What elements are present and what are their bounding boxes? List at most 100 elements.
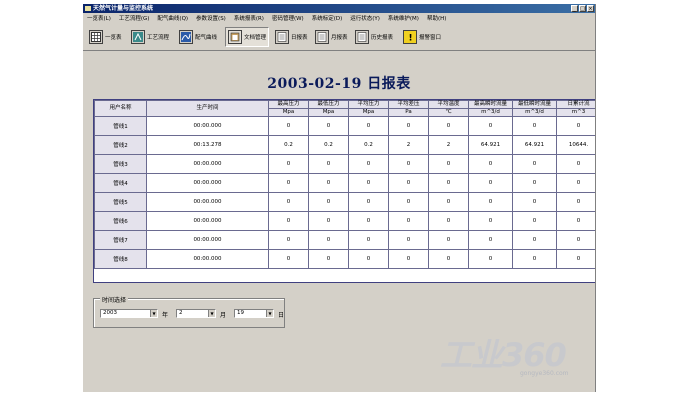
table-cell: 0	[428, 249, 469, 269]
month-select[interactable]: 2 ▼	[176, 309, 216, 318]
toolbar-button-history[interactable]: 历史报表	[355, 27, 393, 47]
column-header: 最低压力	[308, 100, 349, 109]
year-unit: 年	[162, 312, 169, 319]
toolbar-label: 历史报表	[371, 35, 394, 41]
table-cell: 0	[388, 230, 429, 250]
history-report-icon	[355, 30, 369, 44]
report-title: 2003-02-19 日报表	[267, 76, 411, 92]
time-select-group: 时间选择 2003 ▼ 年 2 ▼ 月 19 ▼ 日	[93, 295, 285, 328]
table-cell: 0	[468, 154, 513, 174]
header-row: 用户名称 生产时间 最高压力 最低压力 平均压力 平均差压 平均温度 最高瞬时流…	[94, 100, 595, 117]
table-cell: 2	[428, 135, 469, 155]
menu-item[interactable]: 系统报表(R)	[230, 14, 268, 22]
column-header: 最低瞬时流量	[512, 100, 557, 109]
month-value: 2	[179, 310, 183, 316]
table-cell: 0	[556, 211, 595, 231]
maximize-button[interactable]: □	[579, 5, 586, 12]
table-cell: 00:00.000	[146, 173, 269, 193]
column-header: 最高瞬时流量	[468, 100, 513, 109]
app-icon	[85, 6, 91, 11]
table-cell: 0	[468, 230, 513, 250]
table-cell: 0	[556, 116, 595, 136]
table-cell: 64.921	[468, 135, 513, 155]
table-cell: 0	[348, 116, 389, 136]
table-cell: 0	[512, 116, 557, 136]
year-select[interactable]: 2003 ▼	[100, 309, 158, 318]
table-cell: 0	[308, 192, 349, 212]
table-cell: 10644.	[556, 135, 595, 155]
table-row[interactable]: 管线4 00:00.000 0 0 0 0 0 0 0 0	[94, 173, 595, 193]
column-unit: Pa	[388, 108, 429, 117]
table-row[interactable]: 管线7 00:00.000 0 0 0 0 0 0 0 0	[94, 230, 595, 250]
daily-report-icon	[275, 30, 289, 44]
table-cell: 0	[556, 173, 595, 193]
column-header: 生产时间	[146, 100, 269, 117]
day-value: 19	[237, 310, 244, 316]
column-unit: Mpa	[308, 108, 349, 117]
menu-item[interactable]: 帮助(H)	[423, 14, 450, 22]
table-row[interactable]: 管线5 00:00.000 0 0 0 0 0 0 0 0	[94, 192, 595, 212]
table-cell: 00:00.000	[146, 154, 269, 174]
table-cell: 0.2	[308, 135, 349, 155]
table-cell: 0	[388, 249, 429, 269]
table-cell: 0	[308, 154, 349, 174]
toolbar-button-overview[interactable]: 一览表	[89, 27, 122, 47]
month-unit: 月	[220, 312, 227, 319]
row-header-cell: 管线8	[94, 249, 147, 269]
row-header-cell: 管线2	[94, 135, 147, 155]
toolbar: 一览表 工艺流程 配气曲线 文档管理 日报表 月报表 历史报表 ! 报警窗口	[83, 24, 595, 51]
toolbar-button-alarm[interactable]: ! 报警窗口	[403, 27, 441, 47]
menu-item[interactable]: 参数设置(S)	[192, 14, 230, 22]
table-grid-icon	[89, 30, 103, 44]
toolbar-label: 一览表	[105, 35, 122, 41]
menu-item[interactable]: 系统维护(M)	[384, 14, 423, 22]
table-cell: 0	[348, 154, 389, 174]
toolbar-label: 报警窗口	[419, 35, 442, 41]
toolbar-label: 工艺流程	[147, 35, 170, 41]
menu-item[interactable]: 一览表(L)	[83, 14, 115, 22]
table-cell: 0	[308, 230, 349, 250]
table-cell: 0	[348, 230, 389, 250]
table-cell: 0.2	[268, 135, 309, 155]
toolbar-button-monthly[interactable]: 月报表	[315, 27, 348, 47]
toolbar-button-daily[interactable]: 日报表	[275, 27, 308, 47]
chevron-down-icon[interactable]: ▼	[266, 310, 273, 317]
toolbar-button-process[interactable]: 工艺流程	[131, 27, 169, 47]
table-row[interactable]: 管线1 00:00.000 0 0 0 0 0 0 0 0	[94, 116, 595, 136]
toolbar-button-curve[interactable]: 配气曲线	[179, 27, 217, 47]
table-row[interactable]: 管线2 00:13.278 0.2 0.2 0.2 2 2 64.921 64.921 10644…	[94, 135, 595, 155]
table-cell: 00:00.000	[146, 192, 269, 212]
close-button[interactable]: ×	[587, 5, 594, 12]
table-cell: 0	[428, 230, 469, 250]
table-cell: 0	[556, 192, 595, 212]
menu-item[interactable]: 运行状态(Y)	[346, 14, 384, 22]
menu-item[interactable]: 密码管理(W)	[268, 14, 308, 22]
table-cell: 2	[388, 135, 429, 155]
menu-item[interactable]: 系统标定(D)	[308, 14, 347, 22]
table-row[interactable]: 管线6 00:00.000 0 0 0 0 0 0 0 0	[94, 211, 595, 231]
menu-item[interactable]: 配气曲线(Q)	[153, 14, 192, 22]
table-row[interactable]: 管线3 00:00.000 0 0 0 0 0 0 0 0	[94, 154, 595, 174]
table-cell: 0	[556, 230, 595, 250]
table-cell: 0	[468, 249, 513, 269]
report-grid[interactable]: 用户名称 生产时间 最高压力 最低压力 平均压力 平均差压 平均温度 最高瞬时流…	[93, 99, 595, 283]
menu-item[interactable]: 工艺流程(G)	[115, 14, 154, 22]
table-cell: 00:00.000	[146, 211, 269, 231]
day-select[interactable]: 19 ▼	[234, 309, 274, 318]
table-cell: 0	[348, 211, 389, 231]
minimize-button[interactable]: _	[571, 5, 578, 12]
toolbar-button-documents[interactable]: 文档管理	[225, 27, 270, 47]
table-cell: 64.921	[512, 135, 557, 155]
row-header-cell: 管线3	[94, 154, 147, 174]
chevron-down-icon[interactable]: ▼	[150, 310, 157, 317]
table-cell: 0	[556, 154, 595, 174]
table-cell: 0	[388, 116, 429, 136]
chevron-down-icon[interactable]: ▼	[208, 310, 215, 317]
table-cell: 0	[388, 192, 429, 212]
row-header-cell: 管线4	[94, 173, 147, 193]
table-cell: 0.2	[348, 135, 389, 155]
table-cell: 0	[468, 116, 513, 136]
table-cell: 0	[388, 211, 429, 231]
column-unit: m^3/d	[468, 108, 513, 117]
table-row[interactable]: 管线8 00:00.000 0 0 0 0 0 0 0 0	[94, 249, 595, 269]
